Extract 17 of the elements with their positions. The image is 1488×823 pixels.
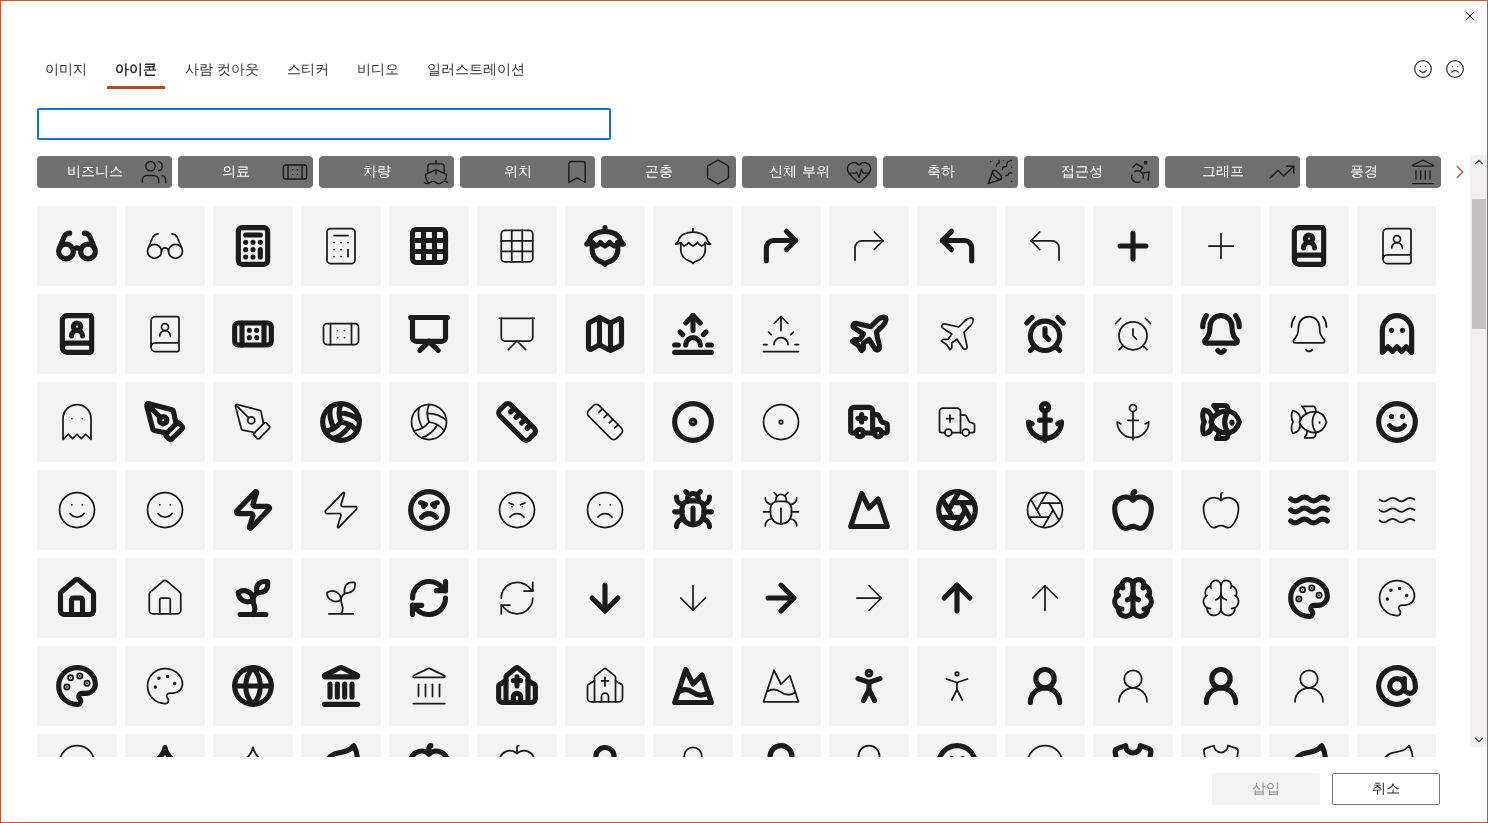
category-button[interactable]: 신체 부위 xyxy=(742,156,877,188)
category-button[interactable]: 차량 xyxy=(319,156,454,188)
tab[interactable]: 사람 컷아웃 xyxy=(177,55,268,89)
category-button[interactable]: 위치 xyxy=(460,156,595,188)
category-button[interactable]: 그래프 xyxy=(1165,156,1300,188)
category-button[interactable]: 비즈니스 xyxy=(37,156,172,188)
category-button[interactable]: 곤충 xyxy=(601,156,736,188)
category-button[interactable]: 축하 xyxy=(883,156,1018,188)
tab[interactable]: 이미지 xyxy=(37,55,95,89)
tab[interactable]: 스티커 xyxy=(279,55,338,89)
category-button[interactable]: 풍경 xyxy=(1306,156,1441,188)
tab[interactable]: 비디오 xyxy=(349,55,408,89)
cancel-button[interactable]: 취소 xyxy=(1332,773,1440,805)
category-button[interactable]: 의료 xyxy=(178,156,313,188)
category-button[interactable]: 접근성 xyxy=(1024,156,1159,188)
tab[interactable]: 일러스트레이션 xyxy=(419,55,534,89)
tab[interactable]: 아이콘 xyxy=(107,55,165,89)
